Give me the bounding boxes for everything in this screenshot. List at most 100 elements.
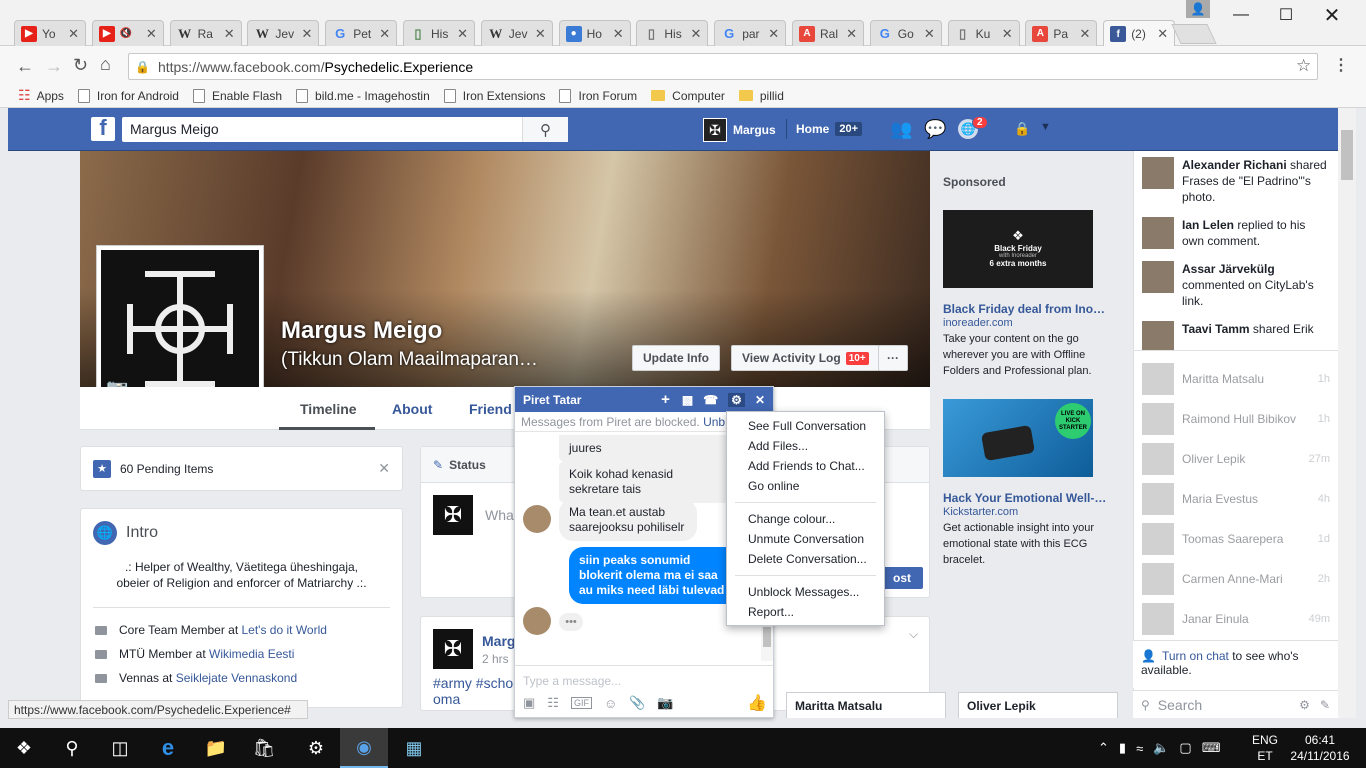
profile-icon[interactable]: 👤 <box>1186 0 1210 18</box>
ticker-name[interactable]: Taavi Tamm <box>1182 322 1250 336</box>
bookmark-item[interactable]: Iron for Android <box>77 88 179 103</box>
browser-tab[interactable]: ▯ His ✕ <box>403 20 475 46</box>
search-icon[interactable]: ⚲ <box>522 117 568 142</box>
ad-domain[interactable]: inoreader.com <box>943 317 1013 329</box>
browser-tab[interactable]: A Pa ✕ <box>1025 20 1098 46</box>
ad-domain[interactable]: Kickstarter.com <box>943 506 1018 518</box>
task-view-icon[interactable]: ◫ <box>96 728 144 768</box>
search-icon[interactable]: ⚲ <box>48 728 96 768</box>
bookmark-item[interactable]: Iron Forum <box>559 88 637 103</box>
browser-tab[interactable]: A Ral ✕ <box>792 20 864 46</box>
browser-tab[interactable]: W Ra ✕ <box>169 20 242 46</box>
camera-icon[interactable]: 📷 <box>657 695 673 711</box>
menu-item[interactable]: See Full Conversation <box>727 416 884 436</box>
minimize-button[interactable]: — <box>1218 0 1264 30</box>
close-tab-icon[interactable]: ✕ <box>1157 26 1168 42</box>
muted-icon[interactable]: 🔇 <box>120 28 132 39</box>
message-input[interactable]: Type a message... <box>515 665 773 691</box>
close-tab-icon[interactable]: ✕ <box>846 26 857 42</box>
turn-on-chat-link[interactable]: Turn on chat <box>1162 649 1229 663</box>
store-icon[interactable]: 🛍 <box>240 728 288 768</box>
facebook-search-input[interactable]: Margus Meigo <box>122 117 568 142</box>
volume-icon[interactable]: 🔈 <box>1153 740 1169 756</box>
close-tab-icon[interactable]: ✕ <box>301 26 312 42</box>
chat-search-input[interactable]: Search <box>1158 697 1299 713</box>
settings-icon[interactable]: ⚙ <box>292 728 340 768</box>
browser-tab[interactable]: ● Ho ✕ <box>558 20 631 46</box>
gif-icon[interactable]: GIF <box>570 697 592 709</box>
bookmark-item[interactable]: Computer <box>651 89 725 103</box>
browser-tab[interactable]: f (2) ✕ <box>1103 20 1176 47</box>
bookmark-item[interactable]: bild.me - Imagehostin <box>296 88 430 103</box>
contact-item[interactable]: Maria Evestus 4h <box>1134 479 1338 519</box>
forward-icon[interactable]: → <box>45 56 63 77</box>
nav-profile-link[interactable]: ✠ Margus <box>703 118 776 142</box>
close-tab-icon[interactable]: ✕ <box>224 26 235 42</box>
compose-icon[interactable]: ✎ <box>1320 698 1330 712</box>
messages-icon[interactable]: 💬 <box>924 119 946 140</box>
update-info-button[interactable]: Update Info <box>632 345 720 371</box>
battery-icon[interactable]: ▮ <box>1119 740 1126 756</box>
image-icon[interactable]: ▣ <box>523 695 535 711</box>
sticker-icon[interactable]: ☷ <box>547 695 559 711</box>
ticker-item[interactable]: Alexander Richani shared Frases de "El P… <box>1134 151 1338 211</box>
close-icon[interactable]: ✕ <box>755 393 765 407</box>
browser-tab[interactable]: G Pet ✕ <box>325 20 398 46</box>
browser-tab[interactable]: ▯ His ✕ <box>636 20 709 46</box>
windows-start-icon[interactable]: ❖ <box>0 728 48 768</box>
wifi-icon[interactable]: ≈ <box>1136 741 1143 756</box>
keyboard-icon[interactable]: ⌨ <box>1202 740 1221 756</box>
unblock-link[interactable]: Unb <box>703 415 725 429</box>
iron-browser-icon[interactable]: ◉ <box>340 728 388 768</box>
close-icon[interactable]: ✕ <box>378 460 390 477</box>
menu-item[interactable]: Add Friends to Chat... <box>727 456 884 476</box>
bookmark-item[interactable]: Enable Flash <box>192 88 282 103</box>
privacy-lock-icon[interactable]: 🔒 <box>1014 121 1030 137</box>
emoji-icon[interactable]: ☺ <box>604 696 617 711</box>
close-tab-icon[interactable]: ✕ <box>613 26 624 42</box>
video-icon[interactable]: ▩ <box>682 393 693 407</box>
close-tab-icon[interactable]: ✕ <box>690 26 701 42</box>
chevron-up-icon[interactable]: ⌃ <box>1098 740 1109 756</box>
activity-log-button[interactable]: View Activity Log 10+ <box>731 345 880 371</box>
close-window-button[interactable]: ✕ <box>1309 0 1355 30</box>
menu-item[interactable]: Report... <box>727 602 884 622</box>
browser-tab[interactable]: Gpar ✕ <box>714 20 787 46</box>
post-button[interactable]: ost <box>881 567 923 589</box>
close-tab-icon[interactable]: ✕ <box>535 26 546 42</box>
more-options-button[interactable]: ··· <box>878 345 908 371</box>
clock[interactable]: 06:41 24/11/2016 <box>1290 732 1350 764</box>
minichat-tab[interactable]: Oliver Lepik <box>958 692 1118 718</box>
tab-about[interactable]: About <box>392 401 432 417</box>
tab-timeline[interactable]: Timeline <box>300 401 357 417</box>
contact-item[interactable]: Janar Einula 49m <box>1134 599 1338 639</box>
fact-link[interactable]: Let's do it World <box>242 623 327 637</box>
contact-item[interactable]: Carmen Anne-Mari 2h <box>1134 559 1338 599</box>
bookmark-item[interactable]: Iron Extensions <box>443 88 545 103</box>
url-input[interactable]: 🔒 https://www.facebook.com/Psychedelic.E… <box>128 53 1318 80</box>
ticker-item[interactable]: Taavi Tamm shared Erik <box>1134 315 1338 350</box>
close-tab-icon[interactable]: ✕ <box>1002 26 1013 42</box>
page-scrollbar[interactable] <box>1338 108 1356 718</box>
browser-tab[interactable]: G Go ✕ <box>869 20 942 46</box>
attach-icon[interactable]: 📎 <box>629 695 645 711</box>
back-icon[interactable]: ← <box>16 56 34 77</box>
ticker-name[interactable]: Ian Lelen <box>1182 218 1234 232</box>
phone-icon[interactable]: ☎ <box>703 393 718 407</box>
chat-scrollbar-thumb[interactable] <box>763 627 771 647</box>
browser-tab[interactable]: W Jev ✕ <box>247 20 320 46</box>
browser-tab[interactable]: W Jev ✕ <box>480 20 553 46</box>
contact-item[interactable]: Maritta Matsalu 1h <box>1134 359 1338 399</box>
ticker-item[interactable]: Ian Lelen replied to his own comment. <box>1134 211 1338 255</box>
minichat-tab[interactable]: Maritta Matsalu <box>786 692 946 718</box>
bookmark-item[interactable]: ☷ Apps <box>18 87 64 104</box>
fact-link[interactable]: Seiklejate Vennaskond <box>176 671 297 685</box>
contact-item[interactable]: Raimond Hull Bibikov 1h <box>1134 399 1338 439</box>
close-tab-icon[interactable]: ✕ <box>768 26 779 42</box>
menu-item[interactable]: Add Files... <box>727 436 884 456</box>
browser-tab[interactable]: ▶ Yo ✕ <box>14 20 86 46</box>
browser-tab[interactable]: ▶ 🔇 ✕ <box>91 20 164 46</box>
page-scrollbar-thumb[interactable] <box>1341 130 1353 180</box>
account-menu-icon[interactable]: ▼ <box>1040 121 1051 133</box>
pending-items-card[interactable]: ★ 60 Pending Items ✕ <box>80 446 403 491</box>
